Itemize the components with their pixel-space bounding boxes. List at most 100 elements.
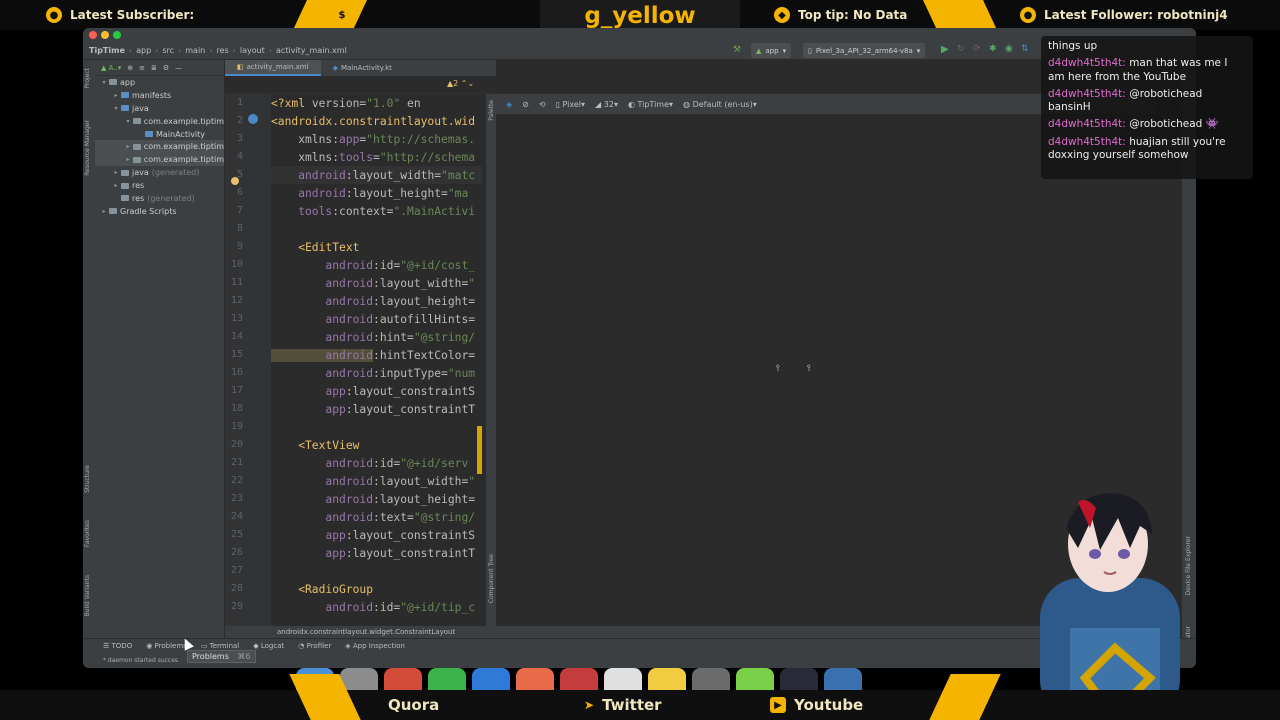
code-line[interactable]: <EditText: [271, 238, 486, 256]
tree-item[interactable]: ▾ app: [95, 76, 224, 89]
code-editor[interactable]: <?xml version= "1.0" en <androidx.constrai…: [271, 94, 486, 628]
tree-item[interactable]: MainActivity: [95, 128, 224, 141]
todo-tool-button[interactable]: ☰ TODO: [103, 642, 132, 650]
tree-item[interactable]: ▸ manifests: [95, 89, 224, 102]
code-line[interactable]: android:text= "@string/: [271, 508, 486, 526]
youtube-link[interactable]: ▶ Youtube: [770, 690, 863, 720]
code-line[interactable]: <?xml version= "1.0" en: [271, 94, 486, 112]
breadcrumb-src[interactable]: src: [162, 46, 174, 55]
android-view-icon[interactable]: ▲ A..▾: [101, 64, 121, 72]
locale-menu[interactable]: ◍ Default (en-us)▾: [683, 100, 757, 109]
calendar-icon[interactable]: [560, 668, 598, 692]
tree-item[interactable]: ▸ res: [95, 179, 224, 192]
code-line[interactable]: [271, 562, 486, 580]
chevron-icon[interactable]: ▾: [111, 105, 121, 112]
app-icon[interactable]: [824, 668, 862, 692]
code-line[interactable]: xmlns: tools = "http://schema: [271, 148, 486, 166]
tree-item[interactable]: res (generated): [95, 192, 224, 205]
tree-item[interactable]: ▸ Gradle Scripts: [95, 205, 224, 218]
chevron-icon[interactable]: ▸: [111, 182, 121, 189]
code-line[interactable]: android:layout_width= ": [271, 472, 486, 490]
chevron-icon[interactable]: ▸: [99, 208, 109, 215]
code-line[interactable]: [271, 220, 486, 238]
app-inspection-tool-button[interactable]: ◈ App Inspection: [345, 642, 405, 650]
debug-icon[interactable]: ✱: [989, 44, 997, 54]
profile-icon[interactable]: ◉: [1005, 44, 1013, 54]
design-surface-icon[interactable]: ◈: [506, 100, 512, 109]
twitter-link[interactable]: ➤ Twitter: [584, 690, 662, 720]
gear-icon[interactable]: ⚙: [163, 64, 169, 72]
orientation-icon[interactable]: ⟲: [539, 100, 546, 109]
code-line[interactable]: android:id= "@+id/cost_: [271, 256, 486, 274]
profiler-tool-button[interactable]: ◔ Profiler: [298, 642, 331, 650]
project-tool-tab[interactable]: Project: [84, 68, 91, 89]
run-icon[interactable]: ▶: [941, 44, 949, 55]
code-line[interactable]: <androidx.constraintlayout.wid: [271, 112, 486, 130]
chevron-icon[interactable]: ▾: [123, 118, 133, 125]
breadcrumb-app[interactable]: app: [136, 46, 151, 55]
code-line[interactable]: app:layout_constraintS: [271, 526, 486, 544]
breadcrumb-file[interactable]: activity_main.xml: [276, 46, 347, 55]
breadcrumb-main[interactable]: main: [185, 46, 205, 55]
component-tree-tab[interactable]: Component Tree: [488, 554, 495, 603]
theme-menu[interactable]: ◐ TipTime▾: [628, 100, 673, 109]
code-line[interactable]: android:autofillHints=: [271, 310, 486, 328]
code-line[interactable]: android:id= "@+id/serv: [271, 454, 486, 472]
code-line[interactable]: android:layout_width= ": [271, 274, 486, 292]
breadcrumb-res[interactable]: res: [216, 46, 228, 55]
build-variants-tool-tab[interactable]: Build Variants: [84, 575, 91, 616]
code-line[interactable]: <TextView: [271, 436, 486, 454]
code-line[interactable]: tools:context= ".MainActivi: [271, 202, 486, 220]
expand-icon[interactable]: ≣: [151, 64, 157, 72]
code-line[interactable]: android:layout_height=: [271, 490, 486, 508]
tab-mainactivity-kt[interactable]: ◆ MainActivity.kt: [321, 60, 404, 76]
contacts-icon[interactable]: [604, 668, 642, 692]
code-line[interactable]: xmlns: app = "http://schemas.: [271, 130, 486, 148]
palette-tab[interactable]: Palette: [488, 100, 495, 121]
device-select[interactable]: ▯ Pixel_3a_API_32_arm64-v8a ▾: [803, 43, 926, 58]
palette-gutter-icon[interactable]: [248, 114, 258, 124]
resource-manager-tool-tab[interactable]: Resource Manager: [84, 120, 91, 176]
tab-activity-main-xml[interactable]: ◧ activity_main.xml: [225, 60, 321, 76]
target-icon[interactable]: ⊕: [127, 64, 133, 72]
obs-icon[interactable]: [780, 668, 818, 692]
terminal-tool-button[interactable]: ▭ Terminal: [201, 642, 239, 650]
close-window-button[interactable]: [89, 31, 97, 39]
device-menu[interactable]: ▯ Pixel▾: [556, 100, 585, 109]
logcat-tool-button[interactable]: ◆ Logcat: [253, 642, 284, 650]
collapse-icon[interactable]: ≡: [139, 64, 145, 72]
hide-icon[interactable]: —: [175, 64, 182, 72]
code-line[interactable]: <RadioGroup: [271, 580, 486, 598]
mail-icon[interactable]: [472, 668, 510, 692]
code-line[interactable]: android:id= "@+id/tip_c: [271, 598, 486, 616]
tree-item[interactable]: ▸ java (generated): [95, 166, 224, 179]
code-line[interactable]: app:layout_constraintT: [271, 400, 486, 418]
chevron-icon[interactable]: ▸: [111, 92, 121, 99]
photos-icon[interactable]: [516, 668, 554, 692]
messages-icon[interactable]: [428, 668, 466, 692]
notes-icon[interactable]: [648, 668, 686, 692]
minimize-window-button[interactable]: [101, 31, 109, 39]
code-line[interactable]: android:hint= "@string/: [271, 328, 486, 346]
warning-count[interactable]: ▲2 ⌃⌄: [447, 79, 474, 88]
hammer-icon[interactable]: ⚒: [733, 45, 741, 55]
breadcrumb-project[interactable]: TipTime: [89, 46, 125, 55]
code-line[interactable]: android:layout_width= "matc: [271, 166, 486, 184]
code-line[interactable]: app:layout_constraintT: [271, 544, 486, 562]
chevron-icon[interactable]: ▾: [99, 79, 109, 86]
tree-item[interactable]: ▸ com.example.tiptim: [95, 153, 224, 167]
favorites-tool-tab[interactable]: Favorites: [84, 520, 91, 547]
chevron-icon[interactable]: ▸: [123, 143, 133, 150]
blueprint-icon[interactable]: ⊘: [522, 100, 529, 109]
settings-icon[interactable]: [692, 668, 730, 692]
run-config-select[interactable]: ▲ app ▾: [751, 43, 792, 58]
apply-changes-icon[interactable]: ⟳: [973, 44, 981, 54]
tree-item[interactable]: ▾ com.example.tiptim: [95, 115, 224, 128]
chrome-icon[interactable]: [384, 668, 422, 692]
chevron-icon[interactable]: ▸: [111, 169, 121, 176]
sync-icon[interactable]: ⇅: [1021, 44, 1029, 54]
code-line[interactable]: android:hintTextColor=: [271, 346, 486, 364]
api-menu[interactable]: ◢ 32▾: [595, 100, 618, 109]
structure-tool-tab[interactable]: Structure: [84, 465, 91, 493]
quora-link[interactable]: Quora: [388, 690, 439, 720]
